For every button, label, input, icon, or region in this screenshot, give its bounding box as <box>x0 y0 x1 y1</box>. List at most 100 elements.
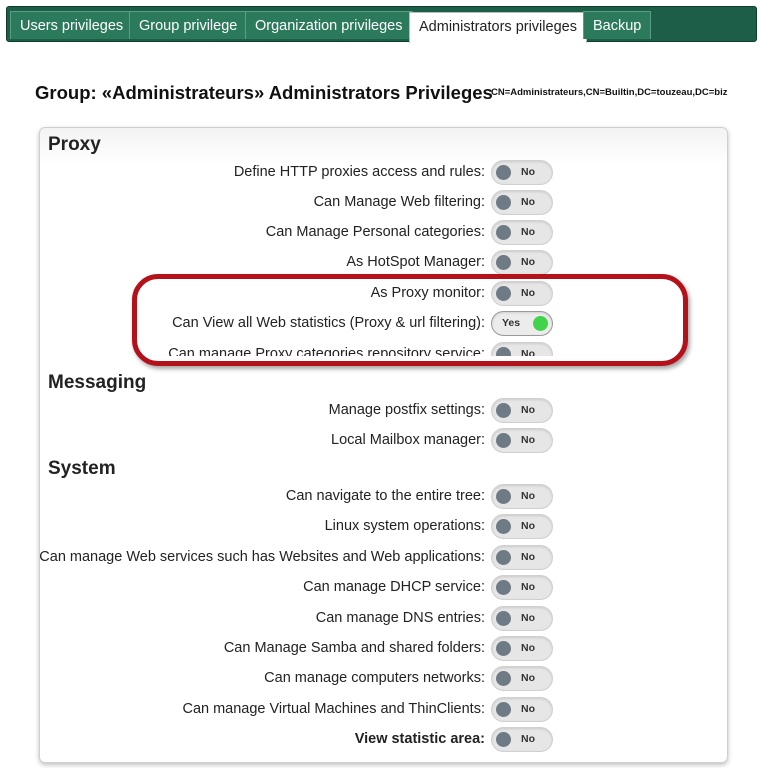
toggle-state: No <box>521 196 535 208</box>
tab-backup[interactable]: Backup <box>583 11 652 39</box>
toggle-knob <box>496 732 511 747</box>
toggle-knob <box>496 611 511 626</box>
toggle-state: No <box>521 434 535 446</box>
privilege-toggle[interactable]: No <box>491 484 553 509</box>
privilege-row: Can manage Proxy categories repository s… <box>40 342 555 356</box>
section-title-system: System <box>48 458 116 479</box>
privilege-toggle[interactable]: No <box>491 666 553 691</box>
privilege-row: Can manage DNS entries: No <box>40 606 555 632</box>
privilege-row: Define HTTP proxies access and rules: No <box>40 160 555 186</box>
toggle-knob <box>496 433 511 448</box>
privilege-label: Can manage Proxy categories repository s… <box>168 346 485 356</box>
toggle-knob <box>496 671 511 686</box>
toggle-state: No <box>521 256 535 268</box>
privilege-row: Can Manage Web filtering: No <box>40 190 555 216</box>
privilege-label: Can manage DNS entries: <box>315 610 485 626</box>
privilege-toggle[interactable]: No <box>491 342 553 356</box>
privilege-row: Can manage Web services such has Website… <box>39 545 555 571</box>
privilege-label: Can Manage Samba and shared folders: <box>223 640 485 656</box>
toggle-state: No <box>521 581 535 593</box>
toggle-knob <box>496 580 511 595</box>
toggle-knob <box>496 255 511 270</box>
privilege-toggle[interactable]: No <box>491 281 553 306</box>
toggle-state: No <box>521 612 535 624</box>
toggle-knob <box>496 195 511 210</box>
page-title: Group: «Administrateurs» Administrators … <box>35 82 493 103</box>
privilege-toggle[interactable]: No <box>491 428 553 453</box>
tab-administrators-privileges[interactable]: Administrators privileges <box>409 12 587 43</box>
privilege-toggle[interactable]: No <box>491 575 553 600</box>
privilege-toggle[interactable]: Yes <box>491 311 553 336</box>
privilege-label: Can Manage Personal categories: <box>265 224 485 240</box>
privilege-label: Can manage DHCP service: <box>303 579 485 595</box>
group-dn: CN=Administrateurs,CN=Builtin,DC=touzeau… <box>491 87 728 98</box>
privilege-toggle[interactable]: No <box>491 398 553 423</box>
toggle-knob <box>496 225 511 240</box>
privilege-row: Can View all Web statistics (Proxy & url… <box>40 311 555 337</box>
privilege-toggle[interactable]: No <box>491 545 553 570</box>
toggle-state: No <box>521 226 535 238</box>
tab-organization-privileges[interactable]: Organization privileges <box>245 11 413 39</box>
privilege-row: Can navigate to the entire tree: No <box>40 484 555 510</box>
privilege-toggle[interactable]: No <box>491 697 553 722</box>
privilege-toggle[interactable]: No <box>491 220 553 245</box>
privilege-row: Can manage DHCP service: No <box>40 575 555 601</box>
toggle-state: No <box>521 703 535 715</box>
privilege-toggle[interactable]: No <box>491 160 553 185</box>
privilege-toggle[interactable]: No <box>491 727 553 752</box>
toggle-state: No <box>521 166 535 178</box>
privilege-label: View statistic area: <box>354 731 485 747</box>
privilege-row: Manage postfix settings: No <box>40 398 555 424</box>
privilege-label: Manage postfix settings: <box>328 402 485 418</box>
privilege-toggle[interactable]: No <box>491 190 553 215</box>
privilege-label: Local Mailbox manager: <box>331 432 485 448</box>
privilege-row: Local Mailbox manager: No <box>40 428 555 454</box>
tab-group-privilege[interactable]: Group privilege <box>129 11 248 39</box>
section-title-messaging: Messaging <box>48 372 147 393</box>
privilege-toggle[interactable]: No <box>491 514 553 539</box>
toggle-state: No <box>521 520 535 532</box>
privilege-toggle[interactable]: No <box>491 636 553 661</box>
toggle-knob <box>496 286 511 301</box>
privilege-row: As Proxy monitor: No <box>40 281 555 307</box>
privilege-row: Can manage Virtual Machines and ThinClie… <box>40 697 555 723</box>
tab-users-privileges[interactable]: Users privileges <box>10 11 134 39</box>
toggle-knob <box>496 519 511 534</box>
privilege-row: As HotSpot Manager: No <box>40 250 555 276</box>
toggle-knob <box>496 347 511 356</box>
toggle-state: Yes <box>502 317 521 329</box>
privilege-row: Can Manage Samba and shared folders: No <box>40 636 555 662</box>
toggle-knob <box>533 316 548 331</box>
toggle-state: No <box>521 348 535 356</box>
privilege-label: Can manage computers networks: <box>264 670 485 686</box>
privilege-label: Can navigate to the entire tree: <box>285 488 485 504</box>
privilege-row: Linux system operations: No <box>40 514 555 540</box>
toggle-state: No <box>521 642 535 654</box>
toggle-state: No <box>521 672 535 684</box>
privilege-label: Can Manage Web filtering: <box>313 194 485 210</box>
toggle-state: No <box>521 287 535 299</box>
privilege-label: Can manage Web services such has Website… <box>39 549 485 565</box>
toggle-knob <box>496 550 511 565</box>
toggle-knob <box>496 641 511 656</box>
toggle-knob <box>496 403 511 418</box>
privilege-label: As HotSpot Manager: <box>346 254 485 270</box>
privilege-label: Define HTTP proxies access and rules: <box>233 164 485 180</box>
toggle-state: No <box>521 551 535 563</box>
privilege-label: Can manage Virtual Machines and ThinClie… <box>182 701 485 717</box>
toggle-state: No <box>521 733 535 745</box>
privilege-label: As Proxy monitor: <box>370 285 485 301</box>
privilege-row: Can Manage Personal categories: No <box>40 220 555 246</box>
privilege-label: Can View all Web statistics (Proxy & url… <box>172 315 485 331</box>
privilege-row: View statistic area: No <box>40 727 555 753</box>
toggle-state: No <box>521 404 535 416</box>
toggle-knob <box>496 489 511 504</box>
toggle-state: No <box>521 490 535 502</box>
toggle-knob <box>496 702 511 717</box>
privilege-toggle[interactable]: No <box>491 606 553 631</box>
privilege-label: Linux system operations: <box>324 518 485 534</box>
privilege-row: Can manage computers networks: No <box>40 666 555 692</box>
tab-bar: Users privileges Group privilege Organiz… <box>6 6 757 43</box>
toggle-knob <box>496 165 511 180</box>
privilege-toggle[interactable]: No <box>491 250 553 275</box>
